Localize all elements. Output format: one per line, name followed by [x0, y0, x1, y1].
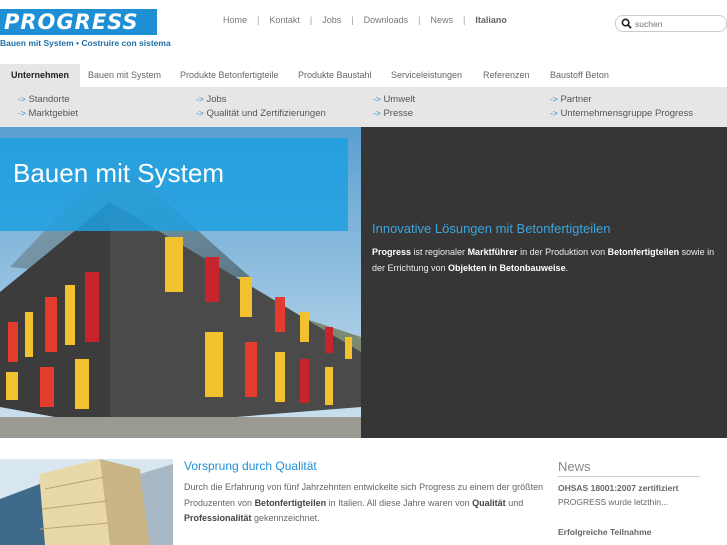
hero-intro: Innovative Lösungen mit Betonfertigteile…: [372, 221, 717, 276]
subnav-jobs[interactable]: -> Jobs: [196, 94, 227, 105]
search-icon[interactable]: [621, 18, 632, 29]
tab-produkte-betonfertigteile[interactable]: Produkte Betonfertigteile: [180, 64, 279, 87]
topnav-home[interactable]: Home: [223, 15, 247, 25]
tab-serviceleistungen[interactable]: Serviceleistungen: [391, 64, 462, 87]
logo-box: PROGRESS: [0, 9, 157, 35]
tab-produkte-baustahl[interactable]: Produkte Baustahl: [298, 64, 372, 87]
hero-banner: Bauen mit System Innovative Lösungen mit…: [0, 127, 727, 438]
arrow-icon: ->: [18, 94, 26, 104]
main-navigation: Unternehmen Bauen mit System Produkte Be…: [0, 64, 727, 87]
arrow-icon: ->: [373, 108, 381, 118]
subnav-presse[interactable]: -> Presse: [373, 108, 413, 119]
hero-text: Progress ist regionaler Marktführer in d…: [372, 247, 715, 273]
tab-referenzen[interactable]: Referenzen: [483, 64, 530, 87]
quality-photo: [0, 459, 173, 545]
search-box[interactable]: [615, 15, 727, 32]
topnav-kontakt[interactable]: Kontakt: [269, 15, 300, 25]
arrow-icon: ->: [550, 108, 558, 118]
arrow-icon: ->: [550, 94, 558, 104]
arrow-icon: ->: [196, 108, 204, 118]
news-item-title[interactable]: Erfolgreiche Teilnahme: [558, 527, 651, 537]
logo[interactable]: PROGRESS Bauen mit System • Costruire co…: [0, 9, 171, 49]
tab-unternehmen[interactable]: Unternehmen: [0, 64, 81, 87]
topnav-news[interactable]: News: [430, 15, 453, 25]
logo-text: PROGRESS: [4, 10, 139, 34]
separator: |: [418, 15, 421, 25]
arrow-icon: ->: [196, 94, 204, 104]
subnav-marktgebiet[interactable]: -> Marktgebiet: [18, 108, 78, 119]
separator: |: [462, 15, 466, 25]
tab-baustoff-beton[interactable]: Baustoff Beton: [550, 64, 609, 87]
tab-bauen-mit-system[interactable]: Bauen mit System: [88, 64, 161, 87]
topnav-downloads[interactable]: Downloads: [364, 15, 409, 25]
quality-heading: Vorsprung durch Qualität: [184, 459, 317, 473]
subnav-partner[interactable]: -> Partner: [550, 94, 592, 105]
language-switch[interactable]: Italiano: [475, 15, 507, 25]
hero-heading: Innovative Lösungen mit Betonfertigteile…: [372, 221, 611, 236]
arrow-icon: ->: [18, 108, 26, 118]
news-heading: News: [558, 459, 700, 477]
topnav-jobs[interactable]: Jobs: [322, 15, 341, 25]
logo-tagline: Bauen mit System • Costruire con sistema: [0, 38, 171, 48]
search-input[interactable]: [635, 18, 723, 30]
arrow-icon: ->: [373, 94, 381, 104]
subnav-unternehmensgruppe[interactable]: -> Unternehmensgruppe Progress: [550, 108, 693, 119]
subnav-qualitaet[interactable]: -> Qualität und Zertifizierungen: [196, 108, 326, 119]
quality-text: Durch die Erfahrung von fünf Jahrzehnten…: [184, 482, 544, 523]
news-item-title[interactable]: OHSAS 18001:2007 zertifiziert: [558, 483, 678, 493]
sub-navigation: -> Standorte -> Jobs -> Umwelt -> Partne…: [0, 87, 727, 127]
subnav-standorte[interactable]: -> Standorte: [18, 94, 70, 105]
top-navigation: Home | Kontakt | Jobs | Downloads | News | Italian…: [223, 15, 507, 25]
news-item-text: PROGRESS wurde letzthin...: [558, 497, 669, 507]
separator: |: [351, 15, 354, 25]
subnav-umwelt[interactable]: -> Umwelt: [373, 94, 415, 105]
separator: |: [309, 15, 313, 25]
hero-title: Bauen mit System: [13, 158, 224, 188]
separator: |: [257, 15, 260, 25]
hero-title-box: Bauen mit System: [0, 138, 348, 231]
